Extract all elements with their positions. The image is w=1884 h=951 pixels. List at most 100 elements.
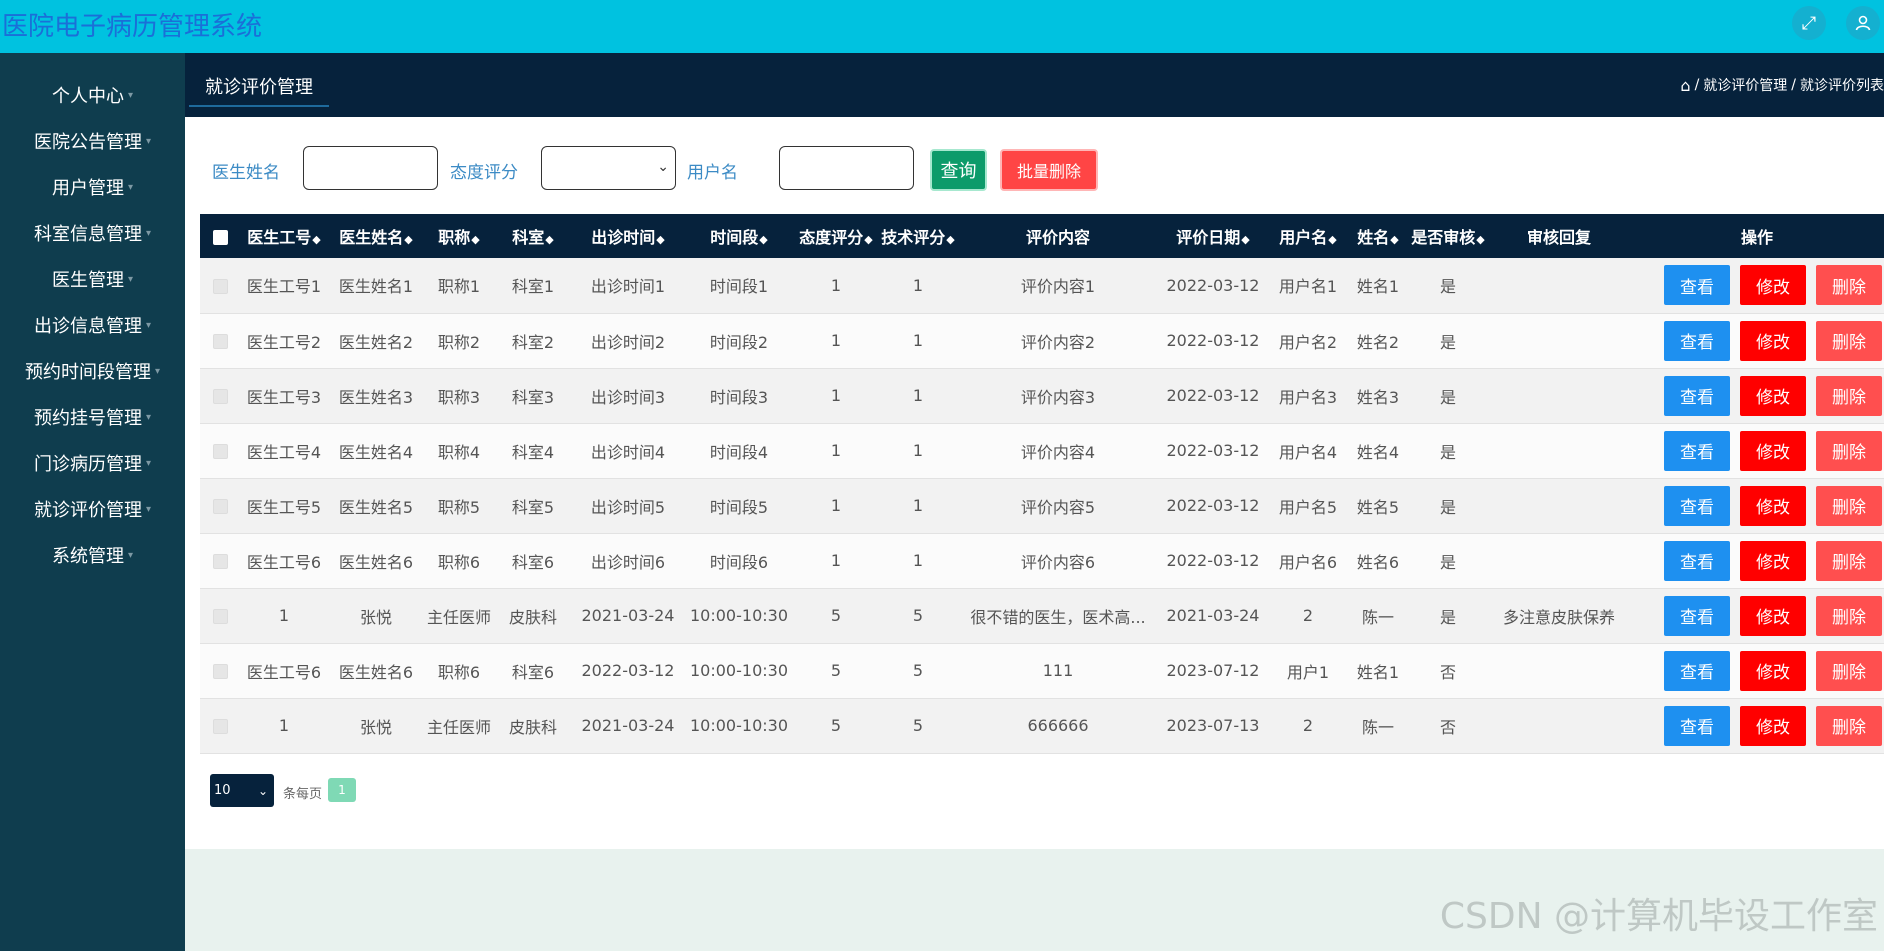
header-reviewed[interactable]: 是否审核◆: [1408, 214, 1488, 258]
attitude-score-select[interactable]: ⌄: [541, 146, 676, 190]
row-checkbox[interactable]: [212, 499, 228, 514]
header-department[interactable]: 科室◆: [494, 214, 572, 258]
tab-evaluation-management[interactable]: 就诊评价管理: [189, 73, 329, 107]
view-button[interactable]: 查看: [1664, 595, 1730, 636]
delete-button[interactable]: 删除: [1816, 265, 1882, 306]
row-checkbox[interactable]: [212, 389, 228, 404]
view-button[interactable]: 查看: [1664, 485, 1730, 526]
row-select-cell: [200, 258, 240, 313]
edit-button[interactable]: 修改: [1740, 430, 1806, 471]
doctor-name-input[interactable]: [303, 146, 438, 190]
table-cell: 2022-03-12: [1166, 331, 1260, 350]
table-cell: 职称4: [437, 442, 481, 462]
edit-button[interactable]: 修改: [1740, 375, 1806, 416]
chevron-down-icon: ⌄: [257, 783, 268, 798]
header-username[interactable]: 用户名◆: [1268, 214, 1348, 258]
sort-icon: ◆: [312, 233, 321, 246]
table-cell: 姓名1: [1356, 277, 1400, 297]
header-review-reply: 审核回复: [1488, 214, 1630, 258]
table-cell: 1: [912, 551, 924, 570]
sidebar-item-announcements[interactable]: 医院公告管理 ▾: [0, 121, 185, 161]
header-doctor-name[interactable]: 医生姓名◆: [328, 214, 424, 258]
table-cell: 评价内容2: [1020, 332, 1096, 352]
row-checkbox[interactable]: [212, 719, 228, 734]
header-visit-time[interactable]: 出诊时间◆: [572, 214, 684, 258]
row-checkbox[interactable]: [212, 554, 228, 569]
table-row: 医生工号6 医生姓名6 职称6 科室6 出诊时间6 时间段6 1 1 评价内容6 2022-03-…: [200, 533, 1884, 588]
row-checkbox[interactable]: [212, 334, 228, 349]
delete-button[interactable]: 删除: [1816, 650, 1882, 691]
table-cell: 出诊时间2: [590, 332, 666, 352]
page-size-select[interactable]: 10 ⌄: [210, 774, 274, 807]
sidebar-item-evaluations[interactable]: 就诊评价管理 ▾: [0, 489, 185, 529]
sidebar-item-departments[interactable]: 科室信息管理 ▾: [0, 213, 185, 253]
delete-button[interactable]: 删除: [1816, 430, 1882, 471]
header-doctor-id[interactable]: 医生工号◆: [240, 214, 328, 258]
table-cell: 1: [830, 441, 842, 460]
batch-delete-button[interactable]: 批量删除: [1000, 149, 1098, 191]
sort-icon: ◆: [1241, 233, 1250, 246]
header-name[interactable]: 姓名◆: [1348, 214, 1408, 258]
table-cell: 是: [1439, 332, 1456, 352]
page-number-1[interactable]: 1: [328, 778, 356, 802]
view-button[interactable]: 查看: [1664, 320, 1730, 361]
row-checkbox[interactable]: [212, 444, 228, 459]
edit-button[interactable]: 修改: [1740, 595, 1806, 636]
header-skill-score[interactable]: 技术评分◆: [878, 214, 958, 258]
edit-button[interactable]: 修改: [1740, 265, 1806, 306]
edit-button[interactable]: 修改: [1740, 320, 1806, 361]
table-row: 医生工号3 医生姓名3 职称3 科室3 出诊时间3 时间段3 1 1 评价内容3 2022-03-…: [200, 368, 1884, 423]
edit-button[interactable]: 修改: [1740, 485, 1806, 526]
sidebar: 个人中心 ▾ 医院公告管理 ▾ 用户管理 ▾ 科室信息管理 ▾ 医生管理 ▾ 出诊信息管理…: [0, 53, 185, 951]
delete-button[interactable]: 删除: [1816, 485, 1882, 526]
sidebar-item-label: 预约时间段管理: [24, 362, 151, 383]
row-checkbox[interactable]: [212, 278, 228, 294]
breadcrumb-item[interactable]: 就诊评价管理: [1703, 75, 1787, 95]
view-button[interactable]: 查看: [1664, 265, 1730, 306]
row-actions: 查看 修改 删除: [1630, 423, 1884, 478]
caret-down-icon: ▾: [127, 89, 134, 101]
sidebar-item-records[interactable]: 门诊病历管理 ▾: [0, 443, 185, 483]
sidebar-item-users[interactable]: 用户管理 ▾: [0, 167, 185, 207]
edit-button[interactable]: 修改: [1740, 705, 1806, 746]
table-cell: 10:00-10:30: [690, 661, 788, 680]
view-button[interactable]: 查看: [1664, 650, 1730, 691]
sidebar-item-system[interactable]: 系统管理 ▾: [0, 535, 185, 575]
table-cell: 时间段5: [709, 497, 769, 517]
sidebar-item-visits[interactable]: 出诊信息管理 ▾: [0, 305, 185, 345]
query-button[interactable]: 查询: [930, 149, 987, 191]
row-checkbox[interactable]: [212, 609, 228, 624]
table-cell: 1: [912, 441, 924, 460]
home-icon[interactable]: ⌂: [1680, 76, 1690, 95]
sidebar-item-appointments[interactable]: 预约挂号管理 ▾: [0, 397, 185, 437]
view-button[interactable]: 查看: [1664, 430, 1730, 471]
header-evaluation-date[interactable]: 评价日期◆: [1158, 214, 1268, 258]
row-checkbox[interactable]: [212, 664, 228, 679]
table-cell: 用户名3: [1278, 387, 1338, 407]
view-button[interactable]: 查看: [1664, 375, 1730, 416]
sidebar-item-personal-center[interactable]: 个人中心 ▾: [0, 75, 185, 115]
sidebar-item-doctors[interactable]: 医生管理 ▾: [0, 259, 185, 299]
view-button[interactable]: 查看: [1664, 705, 1730, 746]
user-icon[interactable]: [1846, 6, 1880, 40]
view-button[interactable]: 查看: [1664, 540, 1730, 581]
username-input[interactable]: [779, 146, 914, 190]
header-title[interactable]: 职称◆: [424, 214, 494, 258]
table-cell: [1488, 313, 1630, 368]
delete-button[interactable]: 删除: [1816, 705, 1882, 746]
table-cell: 5: [830, 716, 842, 735]
delete-button[interactable]: 删除: [1816, 540, 1882, 581]
header-label: 职称: [438, 228, 471, 247]
delete-button[interactable]: 删除: [1816, 320, 1882, 361]
header-time-slot[interactable]: 时间段◆: [684, 214, 794, 258]
table-cell: 职称6: [437, 662, 481, 682]
edit-button[interactable]: 修改: [1740, 540, 1806, 581]
delete-button[interactable]: 删除: [1816, 595, 1882, 636]
table-cell: 多注意皮肤保养: [1502, 607, 1615, 627]
select-all-checkbox[interactable]: [212, 229, 228, 245]
delete-button[interactable]: 删除: [1816, 375, 1882, 416]
sidebar-item-timeslots[interactable]: 预约时间段管理 ▾: [0, 351, 185, 391]
header-attitude-score[interactable]: 态度评分◆: [794, 214, 878, 258]
fullscreen-icon[interactable]: ⤢: [1792, 6, 1826, 40]
edit-button[interactable]: 修改: [1740, 650, 1806, 691]
